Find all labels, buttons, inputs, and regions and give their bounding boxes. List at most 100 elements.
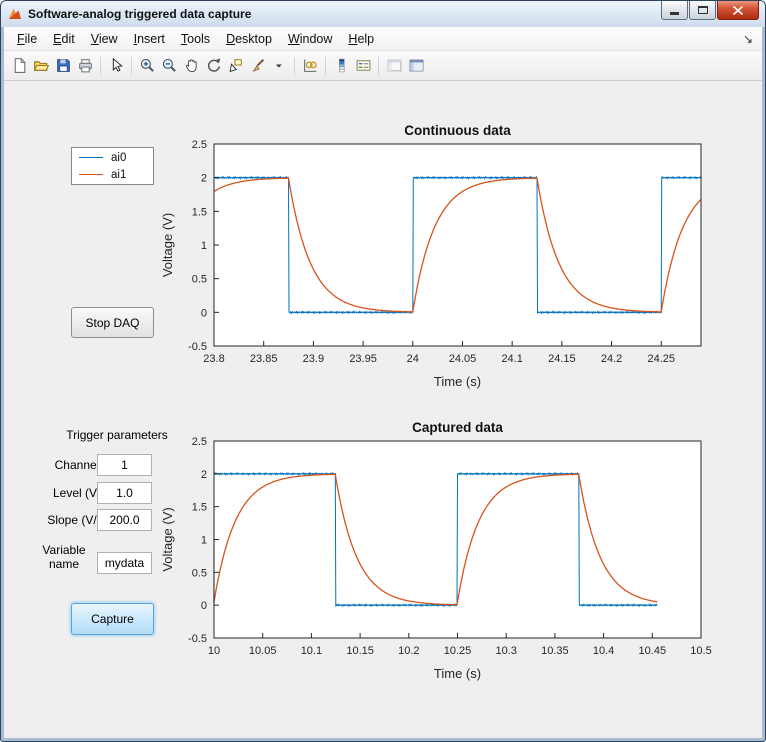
close-button[interactable] [717,1,759,20]
x-tick-label: 23.85 [250,353,278,365]
zoom-in-button[interactable] [136,54,158,78]
y-tick-label: -0.5 [188,341,207,353]
zoom-in-icon [139,57,156,74]
legend-line-sample [79,174,103,175]
y-tick-label: 1.5 [192,206,207,218]
save-figure-button[interactable] [52,54,74,78]
minimize-icon [670,12,679,15]
x-tick-label: 10 [208,645,220,657]
y-tick-label: 2 [201,173,207,185]
chart-title: Captured data [412,420,503,435]
y-tick-label: 1 [201,535,207,547]
pan-icon [183,57,200,74]
matlab-icon [7,6,23,22]
link-plot-icon [302,57,319,74]
x-tick-label: 10.4 [593,645,614,657]
x-tick-label: 10.25 [444,645,472,657]
x-tick-label: 24.1 [501,353,522,365]
menubar-items: FileEditViewInsertToolsDesktopWindowHelp [9,27,382,50]
plot-legend[interactable]: ai0ai1 [71,147,154,185]
legend-line-sample [79,157,103,158]
y-axis-label: Voltage (V) [160,213,175,277]
save-figure-icon [55,57,72,74]
x-tick-label: 23.95 [349,353,377,365]
titlebar[interactable]: Software-analog triggered data capture [1,1,765,27]
slope-input[interactable] [97,509,152,531]
maximize-icon [698,6,708,14]
hide-plot-tools-button[interactable] [383,54,405,78]
hide-plot-tools-icon [386,57,403,74]
open-file-button[interactable] [30,54,52,78]
toolbar-separator [100,57,101,75]
toolbar-separator [294,57,295,75]
window-controls [660,1,759,20]
menu-insert[interactable]: Insert [126,28,173,50]
rotate-3d-button[interactable] [202,54,224,78]
brush-dropdown-icon [275,57,283,74]
toolbar-separator [378,57,379,75]
window-title: Software-analog triggered data capture [28,7,251,21]
capture-button[interactable]: Capture [71,603,154,635]
dock-figure-arrow[interactable]: ↘ [743,32,762,46]
x-axis-label: Time (s) [434,666,481,681]
menu-file[interactable]: File [9,28,45,50]
channel-input[interactable] [97,454,152,476]
y-tick-label: 0 [201,600,207,612]
variable-name-label: Variable name [32,543,96,571]
y-tick-label: 0.5 [192,274,207,286]
menu-desktop[interactable]: Desktop [218,28,280,50]
x-tick-label: 24.15 [548,353,576,365]
open-file-icon [33,57,50,74]
figure-window: Software-analog triggered data capture F… [0,0,766,742]
minimize-button[interactable] [661,1,688,20]
show-plot-tools-button[interactable] [405,54,427,78]
print-figure-button[interactable] [74,54,96,78]
chart-captured-data: 1010.0510.110.1510.210.2510.310.3510.410… [154,416,734,688]
insert-colorbar-button[interactable] [330,54,352,78]
zoom-out-icon [161,57,178,74]
brush-button[interactable] [246,54,268,78]
pan-button[interactable] [180,54,202,78]
legend-entry-ai1: ai1 [79,168,146,182]
x-tick-label: 10.05 [249,645,277,657]
level-input[interactable] [97,482,152,504]
new-figure-button[interactable] [8,54,30,78]
x-tick-label: 10.5 [690,645,711,657]
x-axis-label: Time (s) [434,374,481,389]
toolbar [4,51,762,81]
figure-canvas: 23.823.8523.923.952424.0524.124.1524.224… [4,81,762,738]
variable-name-input[interactable] [97,552,152,574]
link-plot-button[interactable] [299,54,321,78]
x-tick-label: 24.25 [647,353,675,365]
new-figure-icon [11,57,28,74]
edit-plot-button[interactable] [105,54,127,78]
print-figure-icon [77,57,94,74]
y-tick-label: 2 [201,469,207,481]
menu-edit[interactable]: Edit [45,28,83,50]
brush-dropdown-button[interactable] [268,54,290,78]
insert-legend-button[interactable] [352,54,374,78]
x-tick-label: 10.35 [541,645,569,657]
data-cursor-icon [227,57,244,74]
y-tick-label: 2.5 [192,139,207,151]
toolbar-separator [325,57,326,75]
toolbar-separator [131,57,132,75]
data-cursor-button[interactable] [224,54,246,78]
show-plot-tools-icon [408,57,425,74]
y-tick-label: -0.5 [188,633,207,645]
maximize-button[interactable] [689,1,716,20]
stop-daq-button[interactable]: Stop DAQ [71,307,154,338]
x-tick-label: 10.2 [398,645,419,657]
menu-help[interactable]: Help [340,28,382,50]
chart-title: Continuous data [404,123,511,138]
menu-window[interactable]: Window [280,28,340,50]
menu-view[interactable]: View [83,28,126,50]
y-tick-label: 1 [201,240,207,252]
close-icon [733,6,743,15]
x-tick-label: 24 [407,353,419,365]
zoom-out-button[interactable] [158,54,180,78]
x-tick-label: 10.3 [495,645,516,657]
legend-label: ai0 [111,152,126,164]
brush-icon [249,57,266,74]
menu-tools[interactable]: Tools [173,28,218,50]
